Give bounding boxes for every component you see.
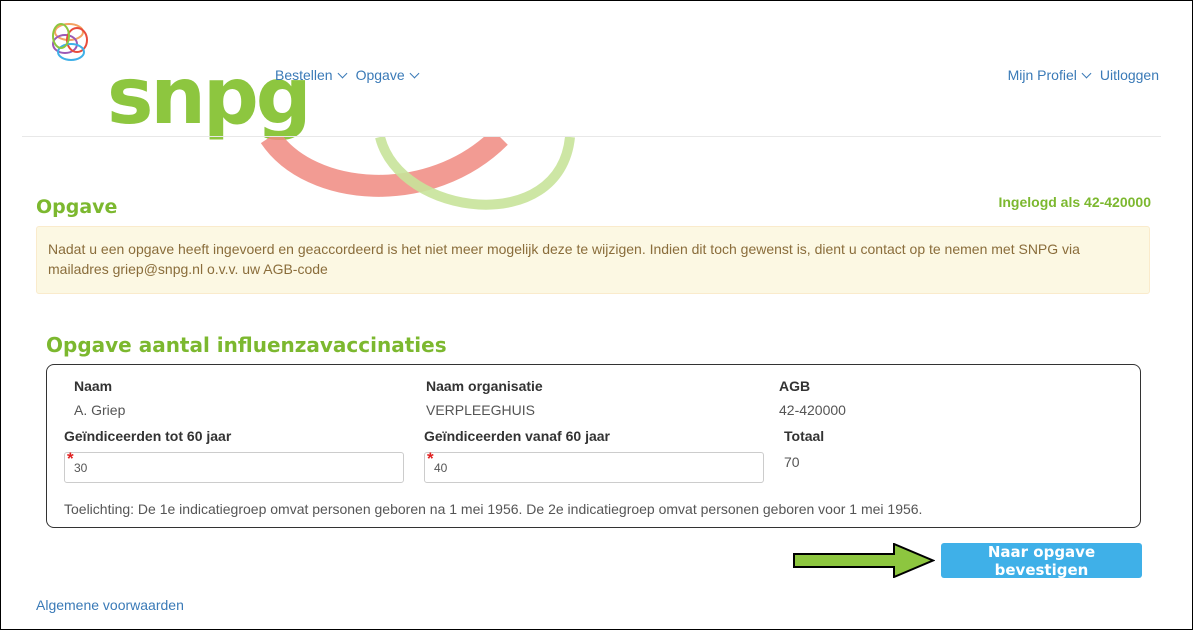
required-asterisk-icon: *: [427, 449, 434, 468]
chevron-down-icon: [337, 68, 348, 78]
snpg-logo[interactable]: snpg: [47, 18, 312, 136]
logged-in-status: Ingelogd als 42-420000: [998, 194, 1151, 210]
over60-input-value: 40: [434, 461, 448, 475]
nav-profile-label: Mijn Profiel: [1007, 67, 1077, 83]
under60-label: Geïndiceerden tot 60 jaar: [64, 428, 232, 444]
chevron-down-icon: [409, 68, 420, 78]
user-nav: Mijn Profiel Uitloggen: [1008, 67, 1159, 83]
decorative-swoosh-icon: [260, 137, 575, 210]
arrow-right-icon: [793, 543, 935, 578]
naam-value: A. Griep: [74, 402, 126, 418]
over60-label: Geïndiceerden vanaf 60 jaar: [424, 428, 610, 444]
under60-input[interactable]: * 30: [64, 449, 404, 483]
nav-mijn-profiel[interactable]: Mijn Profiel: [1007, 67, 1092, 83]
nav-opgave[interactable]: Opgave: [355, 67, 420, 83]
form-title: Opgave aantal influenzavaccinaties: [46, 333, 447, 357]
nav-bestellen[interactable]: Bestellen: [275, 67, 348, 83]
org-value: VERPLEEGHUIS: [426, 402, 535, 418]
agb-value: 42-420000: [779, 402, 846, 418]
over60-input[interactable]: * 40: [424, 449, 764, 483]
total-value: 70: [784, 454, 800, 470]
required-asterisk-icon: *: [67, 449, 74, 468]
logout-link[interactable]: Uitloggen: [1100, 67, 1159, 83]
form-note: Toelichting: De 1e indicatiegroep omvat …: [64, 501, 923, 517]
agb-label: AGB: [779, 378, 811, 394]
warning-alert: Nadat u een opgave heeft ingevoerd en ge…: [36, 226, 1150, 294]
nav-opgave-label: Opgave: [355, 67, 405, 83]
page-title: Opgave: [36, 196, 118, 218]
opgave-panel: Naam A. Griep Naam organisatie VERPLEEGH…: [46, 364, 1141, 528]
org-label: Naam organisatie: [426, 378, 543, 394]
terms-link[interactable]: Algemene voorwaarden: [36, 597, 184, 613]
nav-bestellen-label: Bestellen: [275, 67, 333, 83]
chevron-down-icon: [1081, 68, 1092, 78]
under60-input-value: 30: [74, 461, 88, 475]
total-label: Totaal: [784, 428, 825, 444]
naam-label: Naam: [74, 378, 113, 394]
confirm-opgave-button[interactable]: Naar opgave bevestigen: [941, 543, 1142, 579]
main-nav: Bestellen Opgave: [275, 67, 420, 83]
